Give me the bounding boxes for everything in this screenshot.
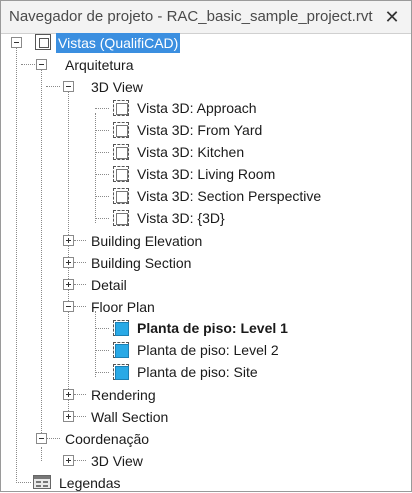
tree-connector	[95, 152, 109, 153]
view-set-icon	[35, 34, 51, 50]
3d-view-icon	[113, 100, 129, 116]
tree-connector	[95, 196, 109, 197]
tree-node-plan-level-2[interactable]: Planta de piso: Level 2	[135, 340, 281, 360]
tree-node-legendas[interactable]: Legendas	[57, 473, 123, 493]
tree-connector	[21, 64, 35, 65]
tree-connector	[95, 328, 109, 329]
tree-connector	[74, 394, 86, 395]
expand-toggle[interactable]	[63, 257, 74, 268]
window-title: Navegador de projeto - RAC_basic_sample_…	[9, 8, 373, 25]
collapse-toggle[interactable]	[36, 433, 47, 444]
tree-connector	[95, 350, 109, 351]
expand-toggle[interactable]	[63, 455, 74, 466]
tree-connector	[74, 284, 86, 285]
tree-node-floor-plan[interactable]: Floor Plan	[89, 297, 157, 317]
tree-node-coordenacao[interactable]: Coordenação	[63, 429, 151, 449]
tree-connector	[74, 460, 86, 461]
tree-node-detail[interactable]: Detail	[89, 275, 129, 295]
tree-connector	[95, 372, 109, 373]
project-tree: Vistas (QualifiCAD) Arquitetura 3D View …	[1, 33, 411, 491]
tree-connector	[16, 47, 17, 483]
tree-node-building-section[interactable]: Building Section	[89, 253, 193, 273]
tree-connector	[95, 130, 109, 131]
3d-view-icon	[113, 188, 129, 204]
tree-node-plan-level-1[interactable]: Planta de piso: Level 1	[135, 318, 290, 338]
tree-node-plan-site[interactable]: Planta de piso: Site	[135, 362, 260, 382]
tree-node-wall-section[interactable]: Wall Section	[89, 407, 170, 427]
tree-node-building-elevation[interactable]: Building Elevation	[89, 231, 204, 251]
tree-node-view-3d-default[interactable]: Vista 3D: {3D}	[135, 208, 227, 228]
close-icon[interactable]: ✕	[382, 7, 402, 27]
tree-node-view-kitchen[interactable]: Vista 3D: Kitchen	[135, 142, 246, 162]
tree-node-arquitetura[interactable]: Arquitetura	[63, 55, 135, 75]
tree-connector	[95, 218, 109, 219]
tree-node-view-approach[interactable]: Vista 3D: Approach	[135, 98, 259, 118]
floor-plan-icon	[113, 320, 129, 336]
floor-plan-icon	[113, 342, 129, 358]
tree-node-view-living-room[interactable]: Vista 3D: Living Room	[135, 164, 277, 184]
3d-view-icon	[113, 144, 129, 160]
title-bar: Navegador de projeto - RAC_basic_sample_…	[1, 1, 411, 34]
tree-connector	[95, 174, 109, 175]
expand-toggle[interactable]	[63, 279, 74, 290]
tree-connector	[68, 91, 69, 411]
project-browser-panel: Navegador de projeto - RAC_basic_sample_…	[0, 0, 412, 492]
tree-node-vistas[interactable]: Vistas (QualifiCAD)	[56, 33, 181, 53]
collapse-toggle[interactable]	[11, 37, 22, 48]
collapse-toggle[interactable]	[36, 59, 47, 70]
tree-node-view-section-perspective[interactable]: Vista 3D: Section Perspective	[135, 186, 323, 206]
collapse-toggle[interactable]	[63, 81, 74, 92]
tree-connector	[74, 240, 86, 241]
collapse-toggle[interactable]	[63, 301, 74, 312]
tree-connector	[41, 69, 42, 439]
tree-connector	[74, 262, 86, 263]
tree-node-view-from-yard[interactable]: Vista 3D: From Yard	[135, 120, 264, 140]
tree-node-rendering[interactable]: Rendering	[89, 385, 158, 405]
tree-node-3d-view[interactable]: 3D View	[89, 77, 145, 97]
legend-icon	[33, 475, 51, 489]
expand-toggle[interactable]	[63, 235, 74, 246]
3d-view-icon	[113, 210, 129, 226]
3d-view-icon	[113, 122, 129, 138]
tree-connector	[41, 447, 42, 461]
tree-connector	[46, 86, 60, 87]
tree-connector	[74, 416, 86, 417]
expand-toggle[interactable]	[63, 411, 74, 422]
expand-toggle[interactable]	[63, 389, 74, 400]
tree-connector	[74, 306, 86, 307]
tree-connector	[46, 438, 60, 439]
tree-node-coord-3d-view[interactable]: 3D View	[89, 451, 145, 471]
tree-connector	[95, 311, 96, 377]
tree-connector	[16, 482, 31, 483]
3d-view-icon	[113, 166, 129, 182]
tree-connector	[95, 108, 109, 109]
floor-plan-icon	[113, 364, 129, 380]
